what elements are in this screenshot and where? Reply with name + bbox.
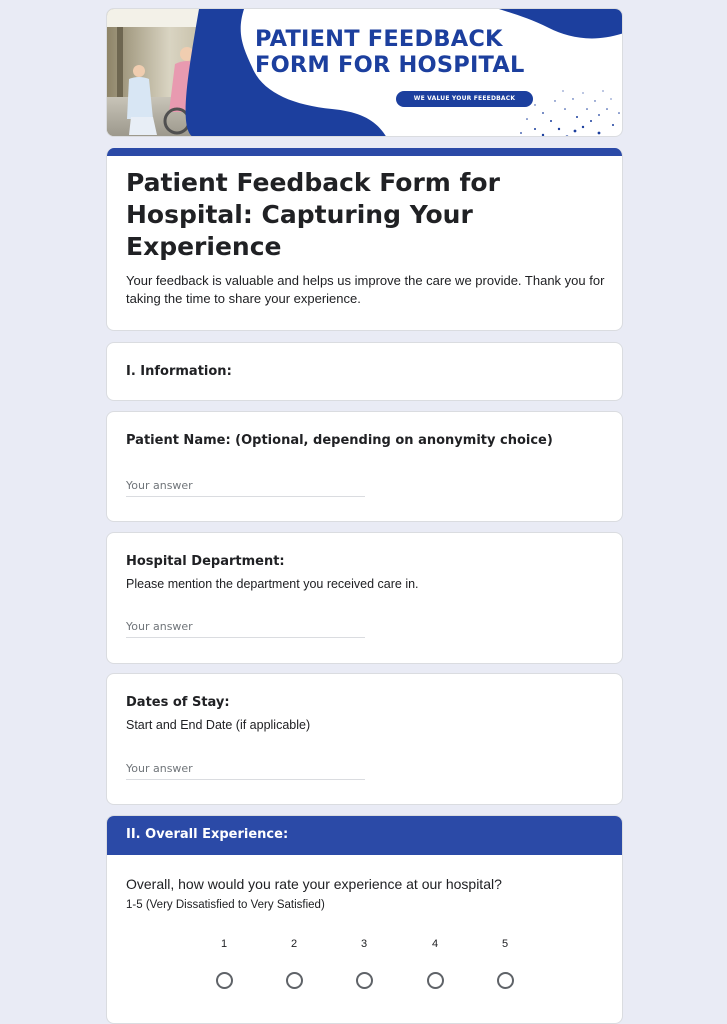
question-title: Hospital Department: <box>126 554 285 569</box>
banner-title: PATIENT FEEDBACK FORM FOR HOSPITAL <box>255 26 524 78</box>
scale-label-1: 1 <box>220 938 228 950</box>
form-title: Patient Feedback Form for Hospital: Capt… <box>126 168 500 261</box>
dates-of-stay-input[interactable] <box>126 758 365 780</box>
patient-name-input[interactable] <box>126 475 365 497</box>
header-banner: PATIENT FEEDBACK FORM FOR HOSPITAL WE VA… <box>106 8 623 137</box>
rating-scale-description: 1-5 (Very Dissatisfied to Very Satisfied… <box>126 899 325 911</box>
scale-label-5: 5 <box>501 938 509 950</box>
question-title: Patient Name: (Optional, depending on an… <box>126 433 553 448</box>
banner-title-line1: PATIENT FEEDBACK <box>255 26 503 52</box>
rating-question: Overall, how would you rate your experie… <box>126 876 502 892</box>
banner-title-line2: FORM FOR HOSPITAL <box>255 52 525 78</box>
question-description: Please mention the department you receiv… <box>126 577 419 591</box>
section-experience-label: II. Overall Experience: <box>126 827 289 842</box>
rating-radio-3[interactable] <box>356 972 373 989</box>
rating-radio-1[interactable] <box>216 972 233 989</box>
hospital-department-input[interactable] <box>126 616 365 638</box>
rating-radio-5[interactable] <box>497 972 514 989</box>
scale-label-3: 3 <box>360 938 368 950</box>
rating-radio-2[interactable] <box>286 972 303 989</box>
title-card-accent-bar <box>107 148 622 156</box>
section-overall-experience: II. Overall Experience: Overall, how wou… <box>106 815 623 1024</box>
section-information-label: I. Information: <box>126 364 232 379</box>
question-hospital-department: Hospital Department: Please mention the … <box>106 532 623 664</box>
question-description: Start and End Date (if applicable) <box>126 718 311 732</box>
section-information: I. Information: <box>106 342 623 401</box>
question-patient-name: Patient Name: (Optional, depending on an… <box>106 411 623 522</box>
form-description: Your feedback is valuable and helps us i… <box>126 273 605 306</box>
section-header: II. Overall Experience: <box>107 816 622 855</box>
scale-label-2: 2 <box>290 938 298 950</box>
banner-tagline: WE VALUE YOUR FEEEDBACK <box>396 91 533 107</box>
rating-radio-4[interactable] <box>427 972 444 989</box>
question-title: Dates of Stay: <box>126 695 230 710</box>
form-title-card: Patient Feedback Form for Hospital: Capt… <box>106 148 623 331</box>
scale-label-4: 4 <box>431 938 439 950</box>
question-dates-of-stay: Dates of Stay: Start and End Date (if ap… <box>106 673 623 805</box>
